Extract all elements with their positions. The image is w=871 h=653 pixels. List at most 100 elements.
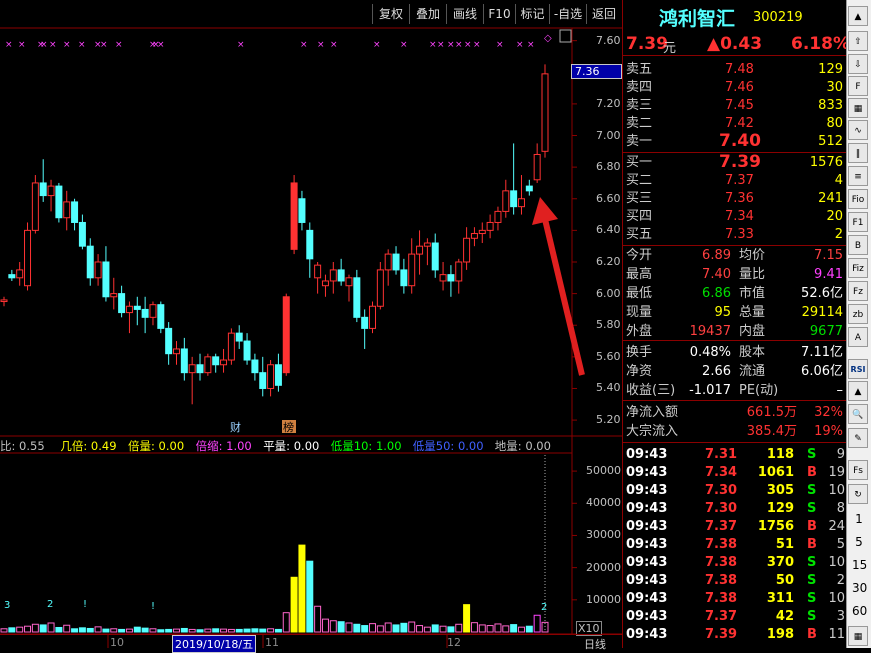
- zb-icon[interactable]: zb: [848, 304, 868, 324]
- toolbar-button[interactable]: F10: [483, 4, 515, 24]
- volume-bar: [118, 628, 126, 633]
- up-circle-icon[interactable]: ⇧: [848, 31, 868, 51]
- level-price: 7.39: [719, 152, 761, 172]
- volume-bar: [423, 626, 431, 633]
- volume-bar: [8, 627, 16, 633]
- panel-toggle-box[interactable]: [559, 29, 572, 43]
- period-button[interactable]: 30: [852, 581, 867, 595]
- grid-icon[interactable]: ▦: [848, 98, 868, 118]
- toolbar-button[interactable]: 画线: [446, 4, 483, 24]
- stat-row: 最低 6.86 市值 52.6亿: [623, 285, 847, 303]
- f10-icon[interactable]: F: [848, 76, 868, 96]
- candle-body: [141, 308, 149, 318]
- up-arrow-icon[interactable]: ▲: [848, 6, 868, 26]
- toolbar-button[interactable]: 复权: [372, 4, 409, 24]
- buy-level: 买一 7.39 1576: [623, 152, 847, 172]
- volume-bar: [384, 622, 392, 633]
- tick-price: 7.37: [705, 609, 738, 624]
- toolbar-button[interactable]: 叠加: [409, 4, 446, 24]
- volume-bar: [204, 628, 212, 633]
- stat-row: 今开 6.89 均价 7.15: [623, 247, 847, 265]
- period-button[interactable]: 60: [852, 604, 867, 618]
- tick-volume: 1061: [757, 465, 794, 480]
- refresh-icon[interactable]: ↻: [848, 484, 868, 504]
- tick-trades-list[interactable]: 09:43 7.31 118 S 9 09:43 7.34 1061 B 19 09:43 7.30 3…: [623, 446, 847, 648]
- chart-icon[interactable]: ▲: [848, 381, 868, 401]
- price-tick-label: 5.20: [596, 413, 621, 427]
- candle-body: [204, 356, 212, 374]
- tick-row[interactable]: 09:43 7.38 51 B 5: [623, 536, 847, 554]
- signal-marker: ×: [40, 40, 48, 50]
- tick-row[interactable]: 09:43 7.38 370 S 10: [623, 554, 847, 572]
- toolbar-button[interactable]: 标记: [515, 4, 549, 24]
- tick-row[interactable]: 09:43 7.30 305 S 10: [623, 482, 847, 500]
- candle-body: [71, 201, 79, 223]
- volume-bar: [212, 628, 220, 633]
- tick-row[interactable]: 09:43 7.38 50 S 2: [623, 572, 847, 590]
- ad-icon[interactable]: A: [848, 327, 868, 347]
- candle-body: [533, 153, 541, 181]
- line-chart-icon[interactable]: ∿: [848, 120, 868, 140]
- limit-up-candle: [291, 182, 298, 250]
- tick-time: 09:43: [626, 483, 668, 498]
- level-price: 7.45: [725, 98, 754, 113]
- volume-bar: [180, 627, 188, 633]
- kline-chart[interactable]: × × ×× × × × ×× × ××× × × × × × × × × × × × × × × ×◇财 榜3 2!! 2: [0, 0, 622, 648]
- stat-label: 最低: [626, 286, 653, 301]
- grid-view-icon[interactable]: ▦: [848, 626, 868, 646]
- volume-bar: [71, 628, 79, 633]
- fz-icon[interactable]: Fz: [848, 281, 868, 301]
- period-button[interactable]: 5: [852, 535, 866, 549]
- period-button[interactable]: 15: [852, 558, 867, 572]
- finance-marker[interactable]: 财: [230, 420, 241, 434]
- tick-row[interactable]: 09:43 7.37 1756 B 24: [623, 518, 847, 536]
- list-icon[interactable]: ≡: [848, 166, 868, 186]
- fiz-icon[interactable]: Fiz: [848, 258, 868, 278]
- volume-bar: [55, 626, 63, 633]
- tick-time: 09:43: [626, 591, 668, 606]
- stat-label: 最高: [626, 267, 653, 282]
- candle-body: [361, 316, 369, 329]
- flow-pct: 32%: [814, 405, 843, 420]
- period-button[interactable]: 1: [852, 512, 866, 526]
- list-marker[interactable]: 榜: [283, 420, 294, 434]
- tick-row[interactable]: 09:43 7.38 311 S 10: [623, 590, 847, 608]
- pencil-icon[interactable]: ✎: [848, 428, 868, 448]
- stat-row: 最高 7.40 量比 9.41: [623, 266, 847, 284]
- volume-bar: [416, 625, 424, 633]
- level-volume: 241: [818, 191, 843, 206]
- stat-label: 今开: [626, 248, 653, 263]
- f1-icon[interactable]: F1: [848, 212, 868, 232]
- price-tick-label: 6.20: [596, 254, 621, 268]
- level-volume: 20: [826, 209, 843, 224]
- tick-row[interactable]: 09:43 7.31 118 S 9: [623, 446, 847, 464]
- tick-row[interactable]: 09:43 7.39 198 B 11: [623, 626, 847, 644]
- price-tick-label: 6.80: [596, 160, 621, 174]
- candle-body: [243, 340, 251, 361]
- tick-row[interactable]: 09:43 7.34 1061 B 19: [623, 464, 847, 482]
- fs-icon[interactable]: Fs: [848, 460, 868, 480]
- stat-value: 7.15: [814, 248, 843, 263]
- date-label-11: 11: [265, 636, 279, 649]
- tick-price: 7.38: [705, 573, 738, 588]
- tick-time: 09:43: [626, 555, 668, 570]
- candle-body: [251, 359, 259, 374]
- down-circle-icon[interactable]: ⇩: [848, 54, 868, 74]
- fio-icon[interactable]: Fio: [848, 189, 868, 209]
- magnify-icon[interactable]: 🔍: [848, 404, 868, 424]
- level-label: 卖二: [626, 116, 653, 131]
- candle-body: [55, 185, 63, 219]
- rsi-icon[interactable]: RSI: [848, 359, 868, 379]
- volume-tick-label: 10000: [586, 592, 621, 606]
- f2-icon[interactable]: B: [848, 235, 868, 255]
- tick-row[interactable]: 09:43 7.30 129 S 8: [623, 500, 847, 518]
- tick-row[interactable]: 09:43 7.37 42 S 3: [623, 608, 847, 626]
- kline-icon[interactable]: ‖: [848, 143, 868, 163]
- level-volume: 2: [834, 227, 843, 242]
- arrow-head: [532, 197, 558, 225]
- volume-bar: [533, 614, 541, 633]
- stat-value: 6.86: [702, 286, 731, 301]
- period-label[interactable]: 日线: [584, 636, 606, 652]
- volume-signal-label: 2: [47, 599, 53, 610]
- volume-bar: [494, 623, 502, 633]
